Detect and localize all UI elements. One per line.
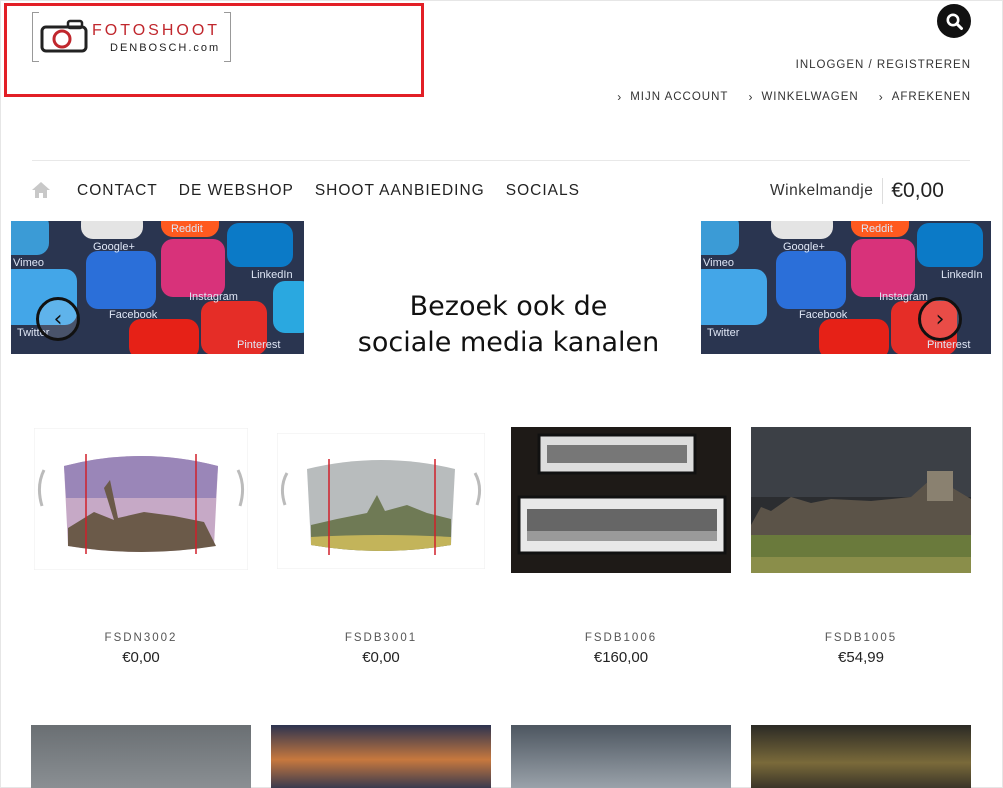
youtube-icon [819, 319, 889, 354]
product-card[interactable]: FSDB1006 €160,00 [511, 427, 731, 677]
chevron-right-icon: › [748, 90, 754, 104]
product-image[interactable] [751, 725, 971, 788]
chevron-right-icon: › [617, 90, 623, 104]
search-button[interactable] [937, 4, 971, 38]
product-code: FSDB1006 [584, 632, 658, 644]
product-price: €0,00 [362, 649, 400, 666]
search-icon [946, 13, 963, 30]
google-plus-icon [771, 221, 833, 239]
logo-text-main: FOTOSHOOT [92, 22, 221, 39]
product-card[interactable]: FSDB3001 €0,00 [271, 427, 491, 677]
cart-amount: €0,00 [891, 179, 944, 202]
chevron-right-icon: › [878, 90, 884, 104]
logo-text-domain: DENBOSCH.com [110, 42, 221, 54]
cart-summary[interactable]: Winkelmandje €0,00 [770, 178, 944, 204]
social-label: Instagram [189, 291, 238, 303]
social-label: Vimeo [13, 257, 44, 269]
product-code: FSDB1005 [824, 632, 898, 644]
account-link-label: MIJN ACCOUNT [630, 91, 729, 103]
checkout-link-label: AFREKENEN [891, 91, 971, 103]
social-label: Reddit [861, 223, 893, 235]
product-price: €54,99 [838, 649, 884, 666]
facebook-icon [86, 251, 156, 309]
cart-link[interactable]: › WINKELWAGEN [748, 90, 858, 104]
face-mask-image [33, 427, 249, 571]
social-label: Facebook [799, 309, 848, 321]
social-label: Google+ [93, 241, 135, 253]
youtube-icon [129, 319, 199, 354]
nav-socials[interactable]: SOCIALS [506, 182, 580, 200]
banner-next-button[interactable]: › [918, 297, 962, 341]
banner-line-1: Bezoek ook de [409, 291, 608, 322]
main-nav: CONTACT DE WEBSHOP SHOOT AANBIEDING SOCI… [77, 182, 580, 200]
product-image[interactable] [271, 432, 491, 570]
social-label: Twitter [707, 327, 740, 339]
landscape-photo-image [751, 427, 971, 573]
social-label: Google+ [783, 241, 825, 253]
social-label: Vimeo [703, 257, 734, 269]
chevron-left-icon: ‹ [53, 306, 63, 332]
instagram-icon [161, 239, 225, 297]
hero-banner: Vimeo Google+ Reddit LinkedIn Twitter Fa… [11, 221, 991, 354]
login-register-link[interactable]: INLOGGEN / REGISTREREN [796, 59, 971, 71]
google-plus-icon [81, 221, 143, 239]
product-code: FSDB3001 [344, 632, 418, 644]
home-icon[interactable] [31, 181, 51, 199]
product-image[interactable] [271, 725, 491, 788]
product-card[interactable]: FSDB1005 €54,99 [751, 427, 971, 677]
banner-text: Bezoek ook de sociale media kanalen [326, 289, 691, 354]
vimeo-icon [11, 221, 49, 255]
cart-link-label: WINKELWAGEN [761, 91, 859, 103]
banner-line-2: sociale media kanalen [357, 327, 660, 354]
checkout-link[interactable]: › AFREKENEN [879, 90, 971, 104]
product-code: FSDN3002 [104, 632, 178, 644]
account-link[interactable]: › MIJN ACCOUNT [617, 90, 728, 104]
logo-bracket-left [32, 12, 39, 62]
product-card[interactable]: FSDN3002 €0,00 [31, 427, 251, 677]
cart-label: Winkelmandje [770, 178, 884, 204]
facebook-icon [776, 251, 846, 309]
product-price: €160,00 [593, 649, 649, 666]
product-price: €0,00 [122, 649, 160, 666]
site-logo[interactable]: FOTOSHOOT DENBOSCH.com [32, 12, 232, 64]
header-divider [32, 160, 970, 161]
logo-bracket-right [224, 12, 231, 62]
social-label: Instagram [879, 291, 928, 303]
twitter-icon [701, 269, 767, 325]
product-image[interactable] [31, 725, 251, 788]
camera-icon [40, 19, 88, 53]
nav-webshop[interactable]: DE WEBSHOP [179, 182, 294, 200]
social-label: Facebook [109, 309, 158, 321]
social-label: Pinterest [237, 339, 281, 351]
nav-shoot-aanbieding[interactable]: SHOOT AANBIEDING [315, 182, 485, 200]
social-label: LinkedIn [941, 269, 983, 281]
product-image[interactable] [511, 725, 731, 788]
product-image[interactable] [511, 427, 731, 573]
framed-panorama-image [511, 427, 731, 573]
banner-prev-button[interactable]: ‹ [36, 297, 80, 341]
instagram-icon [851, 239, 915, 297]
account-links: › MIJN ACCOUNT › WINKELWAGEN › AFREKENEN [617, 90, 971, 104]
nav-contact[interactable]: CONTACT [77, 182, 158, 200]
linkedin-icon [917, 223, 983, 267]
skype-icon [273, 281, 304, 333]
chevron-right-icon: › [935, 306, 945, 332]
social-label: Reddit [171, 223, 203, 235]
social-label: Pinterest [927, 339, 971, 351]
face-mask-image [276, 432, 486, 570]
social-label: LinkedIn [251, 269, 293, 281]
vimeo-icon [701, 221, 739, 255]
product-image[interactable] [31, 427, 251, 571]
product-image[interactable] [751, 427, 971, 573]
linkedin-icon [227, 223, 293, 267]
